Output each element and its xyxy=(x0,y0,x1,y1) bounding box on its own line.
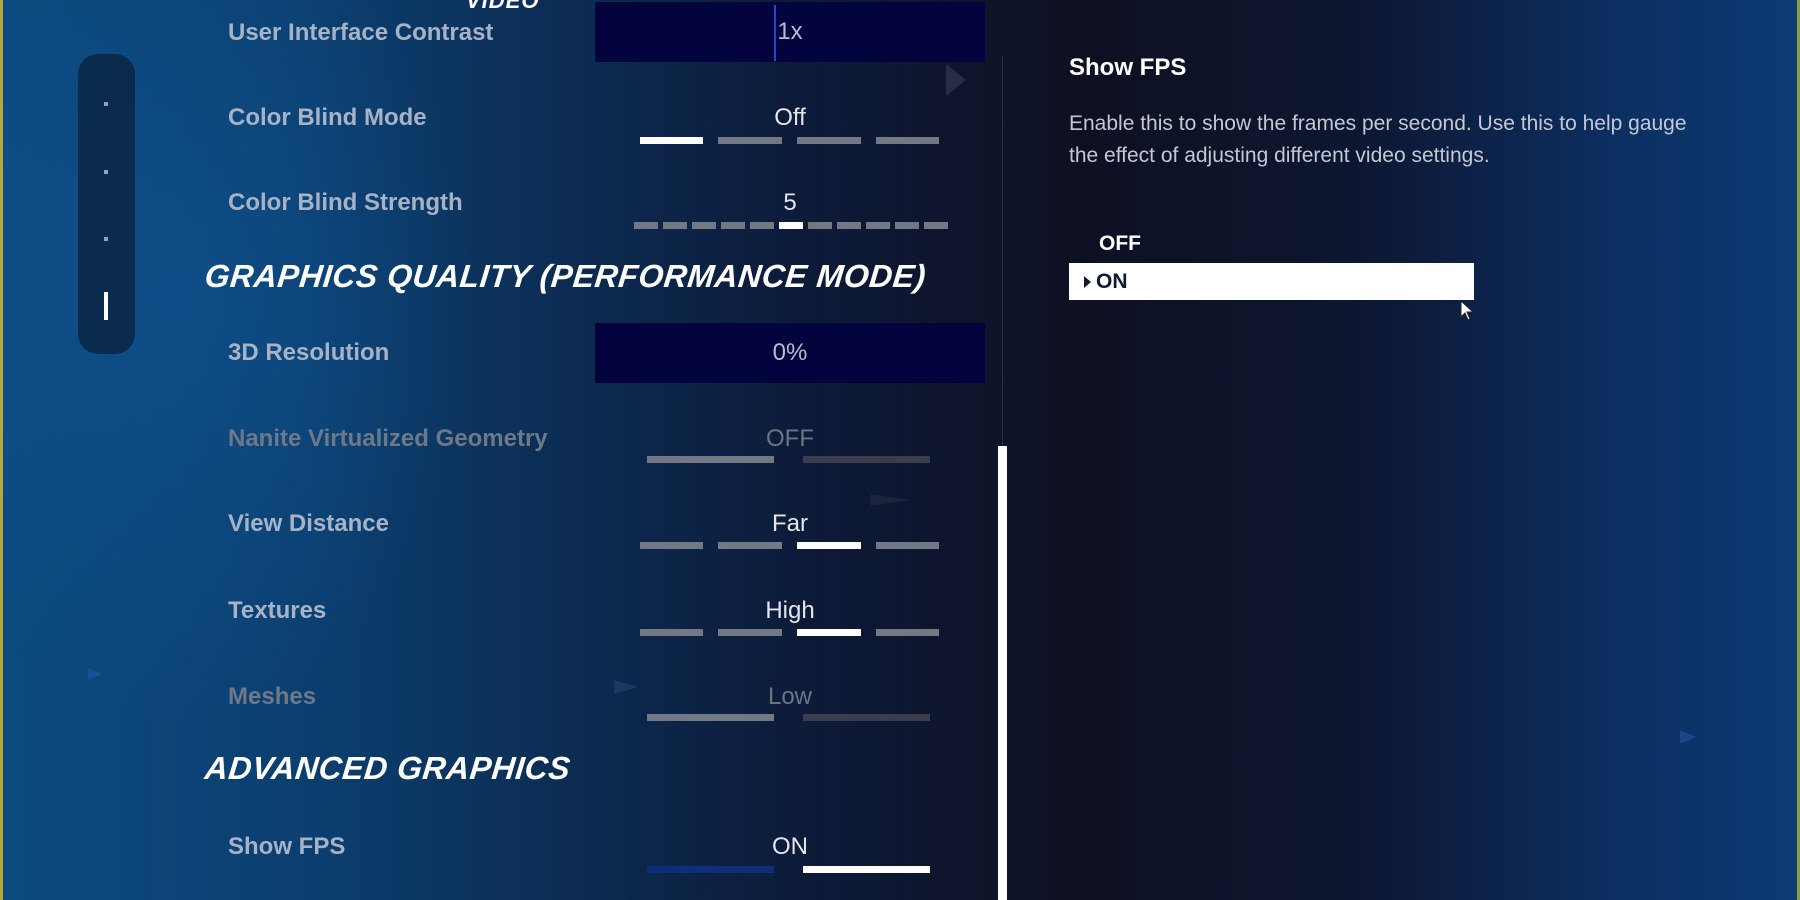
nanite-selector xyxy=(647,456,930,463)
segment[interactable] xyxy=(718,137,782,144)
strength-segment[interactable] xyxy=(663,222,687,229)
3d-resolution-value: 0% xyxy=(772,339,808,366)
view-distance-selector[interactable] xyxy=(640,542,939,549)
bg-triangle-icon xyxy=(88,668,102,680)
3d-resolution-label: 3D Resolution xyxy=(228,339,390,366)
color-blind-mode-selector[interactable] xyxy=(640,137,939,144)
option-off[interactable]: OFF xyxy=(1099,232,1141,256)
bg-triangle-icon xyxy=(870,494,910,506)
segment[interactable] xyxy=(640,629,703,636)
segment xyxy=(803,456,930,463)
view-distance-value[interactable]: Far xyxy=(590,510,990,538)
segment[interactable] xyxy=(640,542,703,549)
section-heading-video: VIDEO xyxy=(466,0,540,13)
view-distance-label: View Distance xyxy=(228,510,389,537)
strength-segment[interactable] xyxy=(779,222,803,229)
side-nav-tab-3[interactable] xyxy=(104,237,108,241)
ui-contrast-value: 1x xyxy=(777,18,803,45)
color-blind-strength-value[interactable]: 5 xyxy=(590,189,990,217)
nanite-value: OFF xyxy=(766,425,814,452)
segment[interactable] xyxy=(797,137,861,144)
bg-triangle-icon xyxy=(1680,730,1696,744)
segment[interactable] xyxy=(876,629,939,636)
bg-triangle-icon xyxy=(946,64,966,96)
strength-segment[interactable] xyxy=(924,222,948,229)
segment xyxy=(647,714,774,721)
detail-title: Show FPS xyxy=(1069,54,1187,81)
window-edge-left xyxy=(0,0,3,900)
strength-segment[interactable] xyxy=(837,222,861,229)
advanced-graphics-heading: ADVANCED GRAPHICS xyxy=(203,750,573,786)
segment[interactable] xyxy=(797,542,861,549)
option-on-label: ON xyxy=(1096,269,1128,293)
graphics-quality-heading: GRAPHICS QUALITY (PERFORMANCE MODE) xyxy=(203,258,928,294)
side-nav-tab-4-active[interactable] xyxy=(104,292,108,320)
textures-value[interactable]: High xyxy=(590,597,990,625)
segment[interactable] xyxy=(640,137,703,144)
strength-segment[interactable] xyxy=(866,222,890,229)
strength-segment[interactable] xyxy=(808,222,832,229)
textures-label: Textures xyxy=(228,597,327,624)
color-blind-strength-selector[interactable] xyxy=(634,222,948,229)
segment[interactable] xyxy=(876,137,939,144)
strength-segment[interactable] xyxy=(750,222,774,229)
color-blind-mode-label: Color Blind Mode xyxy=(228,104,427,131)
show-fps-value[interactable]: ON xyxy=(590,833,990,861)
show-fps-selector[interactable] xyxy=(647,866,930,873)
segment[interactable] xyxy=(718,542,782,549)
nanite-label: Nanite Virtualized Geometry xyxy=(228,425,548,452)
color-blind-mode-value[interactable]: Off xyxy=(590,104,990,132)
textures-selector[interactable] xyxy=(640,629,939,636)
selected-arrow-icon xyxy=(1084,275,1091,288)
side-nav-tab-2[interactable] xyxy=(104,170,108,174)
side-nav-tab-1[interactable] xyxy=(104,102,108,106)
segment[interactable] xyxy=(876,542,939,549)
settings-scrollbar-thumb[interactable] xyxy=(998,446,1007,900)
strength-segment[interactable] xyxy=(895,222,919,229)
segment xyxy=(803,714,930,721)
segment[interactable] xyxy=(797,629,861,636)
mouse-cursor-icon xyxy=(1460,300,1475,321)
segment[interactable] xyxy=(647,866,774,873)
segment xyxy=(647,456,774,463)
strength-segment[interactable] xyxy=(634,222,658,229)
show-fps-label: Show FPS xyxy=(228,833,346,860)
ui-contrast-label: User Interface Contrast xyxy=(228,19,494,46)
meshes-selector xyxy=(647,714,930,721)
settings-side-nav xyxy=(78,54,135,354)
meshes-label: Meshes xyxy=(228,683,317,710)
meshes-value: Low xyxy=(767,683,813,710)
segment[interactable] xyxy=(718,629,782,636)
detail-description: Enable this to show the frames per secon… xyxy=(1069,112,1687,167)
3d-resolution-slider[interactable]: 0% xyxy=(595,323,985,383)
option-on-selected[interactable]: ON xyxy=(1069,263,1474,300)
segment[interactable] xyxy=(803,866,930,873)
ui-contrast-slider[interactable]: 1x xyxy=(595,2,985,62)
strength-segment[interactable] xyxy=(692,222,716,229)
color-blind-strength-label: Color Blind Strength xyxy=(228,189,463,216)
strength-segment[interactable] xyxy=(721,222,745,229)
slider-caret[interactable] xyxy=(774,5,776,61)
